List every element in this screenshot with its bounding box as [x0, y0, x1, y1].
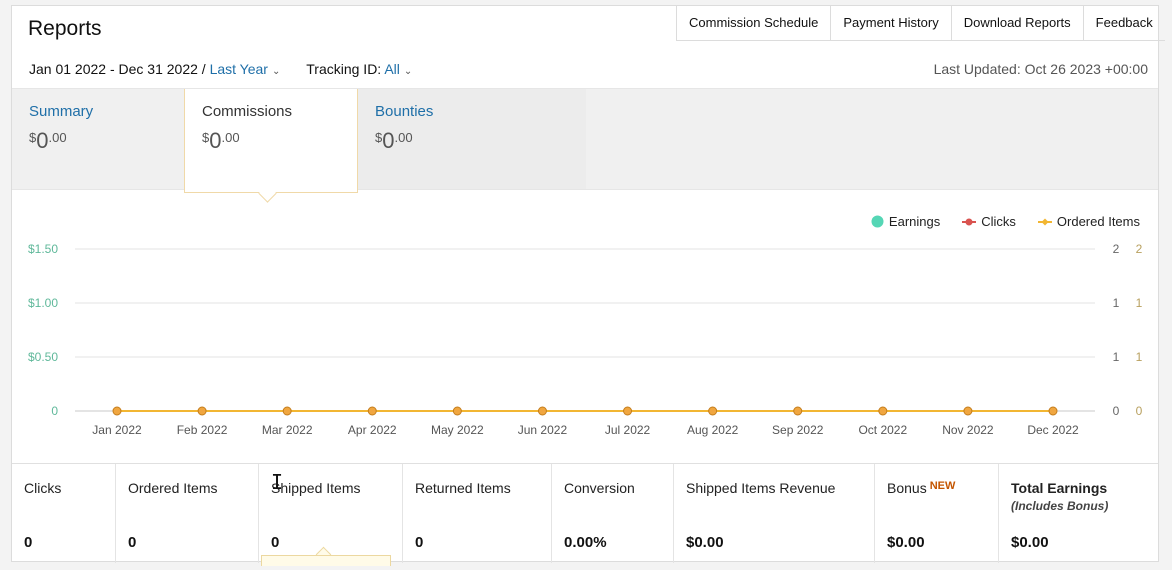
- y-tick-label-right-secondary: 2: [1136, 242, 1143, 256]
- commission-schedule-link[interactable]: Commission Schedule: [677, 6, 832, 40]
- stat-returned-items: Returned Items 0: [403, 464, 552, 563]
- stat-clicks: Clicks 0: [12, 464, 116, 563]
- period-dropdown[interactable]: Last Year ⌄: [210, 61, 281, 77]
- y-tick-label-right: 1: [1113, 296, 1120, 310]
- x-tick-label: Apr 2022: [348, 423, 397, 437]
- date-filter-row: Jan 01 2022 - Dec 31 2022 / Last Year ⌄ T…: [29, 61, 412, 77]
- tab-amount: $0.00: [29, 128, 67, 153]
- y-tick-label-right: 2: [1113, 242, 1120, 256]
- stat-bonus: Bonus NEW $0.00: [875, 464, 999, 563]
- x-tick-label: Nov 2022: [942, 423, 994, 437]
- period-label: Last Year: [209, 61, 268, 77]
- data-point: [793, 406, 803, 416]
- text-cursor-icon: I: [271, 470, 284, 494]
- stats-row: Clicks 0 Ordered Items 0 Shipped Items 0…: [12, 463, 1158, 563]
- x-tick-label: Oct 2022: [858, 423, 907, 437]
- y-tick-label-right: 0: [1113, 404, 1120, 418]
- x-tick-label: Mar 2022: [262, 423, 313, 437]
- tab-label: Bounties: [375, 103, 434, 120]
- tab-amount: $0.00: [202, 128, 240, 153]
- x-tick-label: Aug 2022: [687, 423, 739, 437]
- x-tick-label: Jul 2022: [605, 423, 651, 437]
- y-tick-label-right-secondary: 1: [1136, 350, 1143, 364]
- y-tick-label-left: $1.50: [28, 242, 58, 256]
- tab-amount: $0.00: [375, 128, 413, 153]
- x-tick-label: Jun 2022: [518, 423, 568, 437]
- stat-value: 0: [24, 534, 33, 551]
- payment-history-link[interactable]: Payment History: [831, 6, 952, 40]
- top-links: Commission Schedule Payment History Down…: [676, 6, 1165, 41]
- data-point: [708, 406, 718, 416]
- tab-bounties[interactable]: Bounties $0.00: [358, 89, 586, 189]
- data-point: [537, 406, 547, 416]
- x-tick-label: Feb 2022: [177, 423, 228, 437]
- data-point: [963, 406, 973, 416]
- tracking-id-dropdown[interactable]: All ⌄: [384, 61, 412, 77]
- data-point: [197, 406, 207, 416]
- y-tick-label-right-secondary: 1: [1136, 296, 1143, 310]
- stat-value: $0.00: [686, 534, 724, 551]
- data-point: [452, 406, 462, 416]
- stat-value: 0: [415, 534, 424, 551]
- download-reports-link[interactable]: Download Reports: [952, 6, 1084, 40]
- feedback-link[interactable]: Feedback: [1084, 6, 1165, 40]
- stat-value: $0.00: [887, 534, 925, 551]
- performance-chart: $1.50 2 2 $1.00 1 1 $0.50 1 1 0 0 0 Jan 2022 Feb 2022…: [28, 242, 1143, 437]
- stat-value: 0.00%: [564, 534, 607, 551]
- page-title: Reports: [28, 17, 102, 40]
- x-tick-label: Jan 2022: [92, 423, 142, 437]
- legend-marker: [962, 218, 977, 225]
- stat-ordered-items: Ordered Items 0: [116, 464, 259, 563]
- chart-legend: Earnings Clicks Ordered Items: [871, 214, 1140, 229]
- tab-label: Commissions: [202, 103, 293, 120]
- stat-value: 0: [271, 534, 280, 551]
- legend-ordered-items[interactable]: Ordered Items: [1037, 214, 1140, 229]
- stat-value: 0: [128, 534, 137, 551]
- data-point: [367, 406, 377, 416]
- legend-earnings[interactable]: Earnings: [871, 214, 940, 229]
- data-point: [112, 406, 122, 416]
- last-updated: Last Updated: Oct 26 2023 +00:00: [933, 61, 1148, 77]
- chevron-down-icon: ⌄: [271, 66, 281, 77]
- tracking-value: All: [384, 61, 400, 77]
- x-tick-label: Dec 2022: [1027, 423, 1079, 437]
- report-tabs: Summary $0.00 Commissions $0.00 Bounties…: [12, 88, 1158, 193]
- tab-commissions[interactable]: Commissions $0.00: [184, 89, 358, 193]
- tab-summary[interactable]: Summary $0.00: [12, 89, 184, 189]
- y-tick-label-left: $0.50: [28, 350, 58, 364]
- data-point: [623, 406, 633, 416]
- legend-marker: [871, 215, 884, 228]
- y-tick-label-right-secondary: 0: [1136, 404, 1143, 418]
- stat-value: $0.00: [1011, 534, 1049, 551]
- data-point: [282, 406, 292, 416]
- reports-panel: Reports Commission Schedule Payment Hist…: [11, 5, 1165, 563]
- y-tick-label-left: $1.00: [28, 296, 58, 310]
- tab-label: Summary: [29, 103, 94, 120]
- legend-clicks[interactable]: Clicks: [962, 214, 1016, 229]
- chevron-down-icon: ⌄: [403, 66, 413, 77]
- stat-shipped-items-revenue: Shipped Items Revenue $0.00: [674, 464, 875, 563]
- y-tick-label-left: 0: [51, 404, 58, 418]
- date-range: Jan 01 2022 - Dec 31 2022 /: [29, 61, 206, 77]
- stat-total-earnings: Total Earnings (Includes Bonus) $0.00: [1011, 480, 1109, 551]
- tracking-label: Tracking ID:: [306, 61, 382, 77]
- data-point: [1048, 406, 1058, 416]
- x-tick-label: Sep 2022: [772, 423, 824, 437]
- y-tick-label-right: 1: [1113, 350, 1120, 364]
- tooltip: [261, 555, 391, 566]
- legend-marker: [1037, 218, 1052, 225]
- new-badge: NEW: [929, 480, 956, 492]
- stat-conversion: Conversion 0.00%: [552, 464, 674, 563]
- x-tick-label: May 2022: [431, 423, 484, 437]
- data-point: [878, 406, 888, 416]
